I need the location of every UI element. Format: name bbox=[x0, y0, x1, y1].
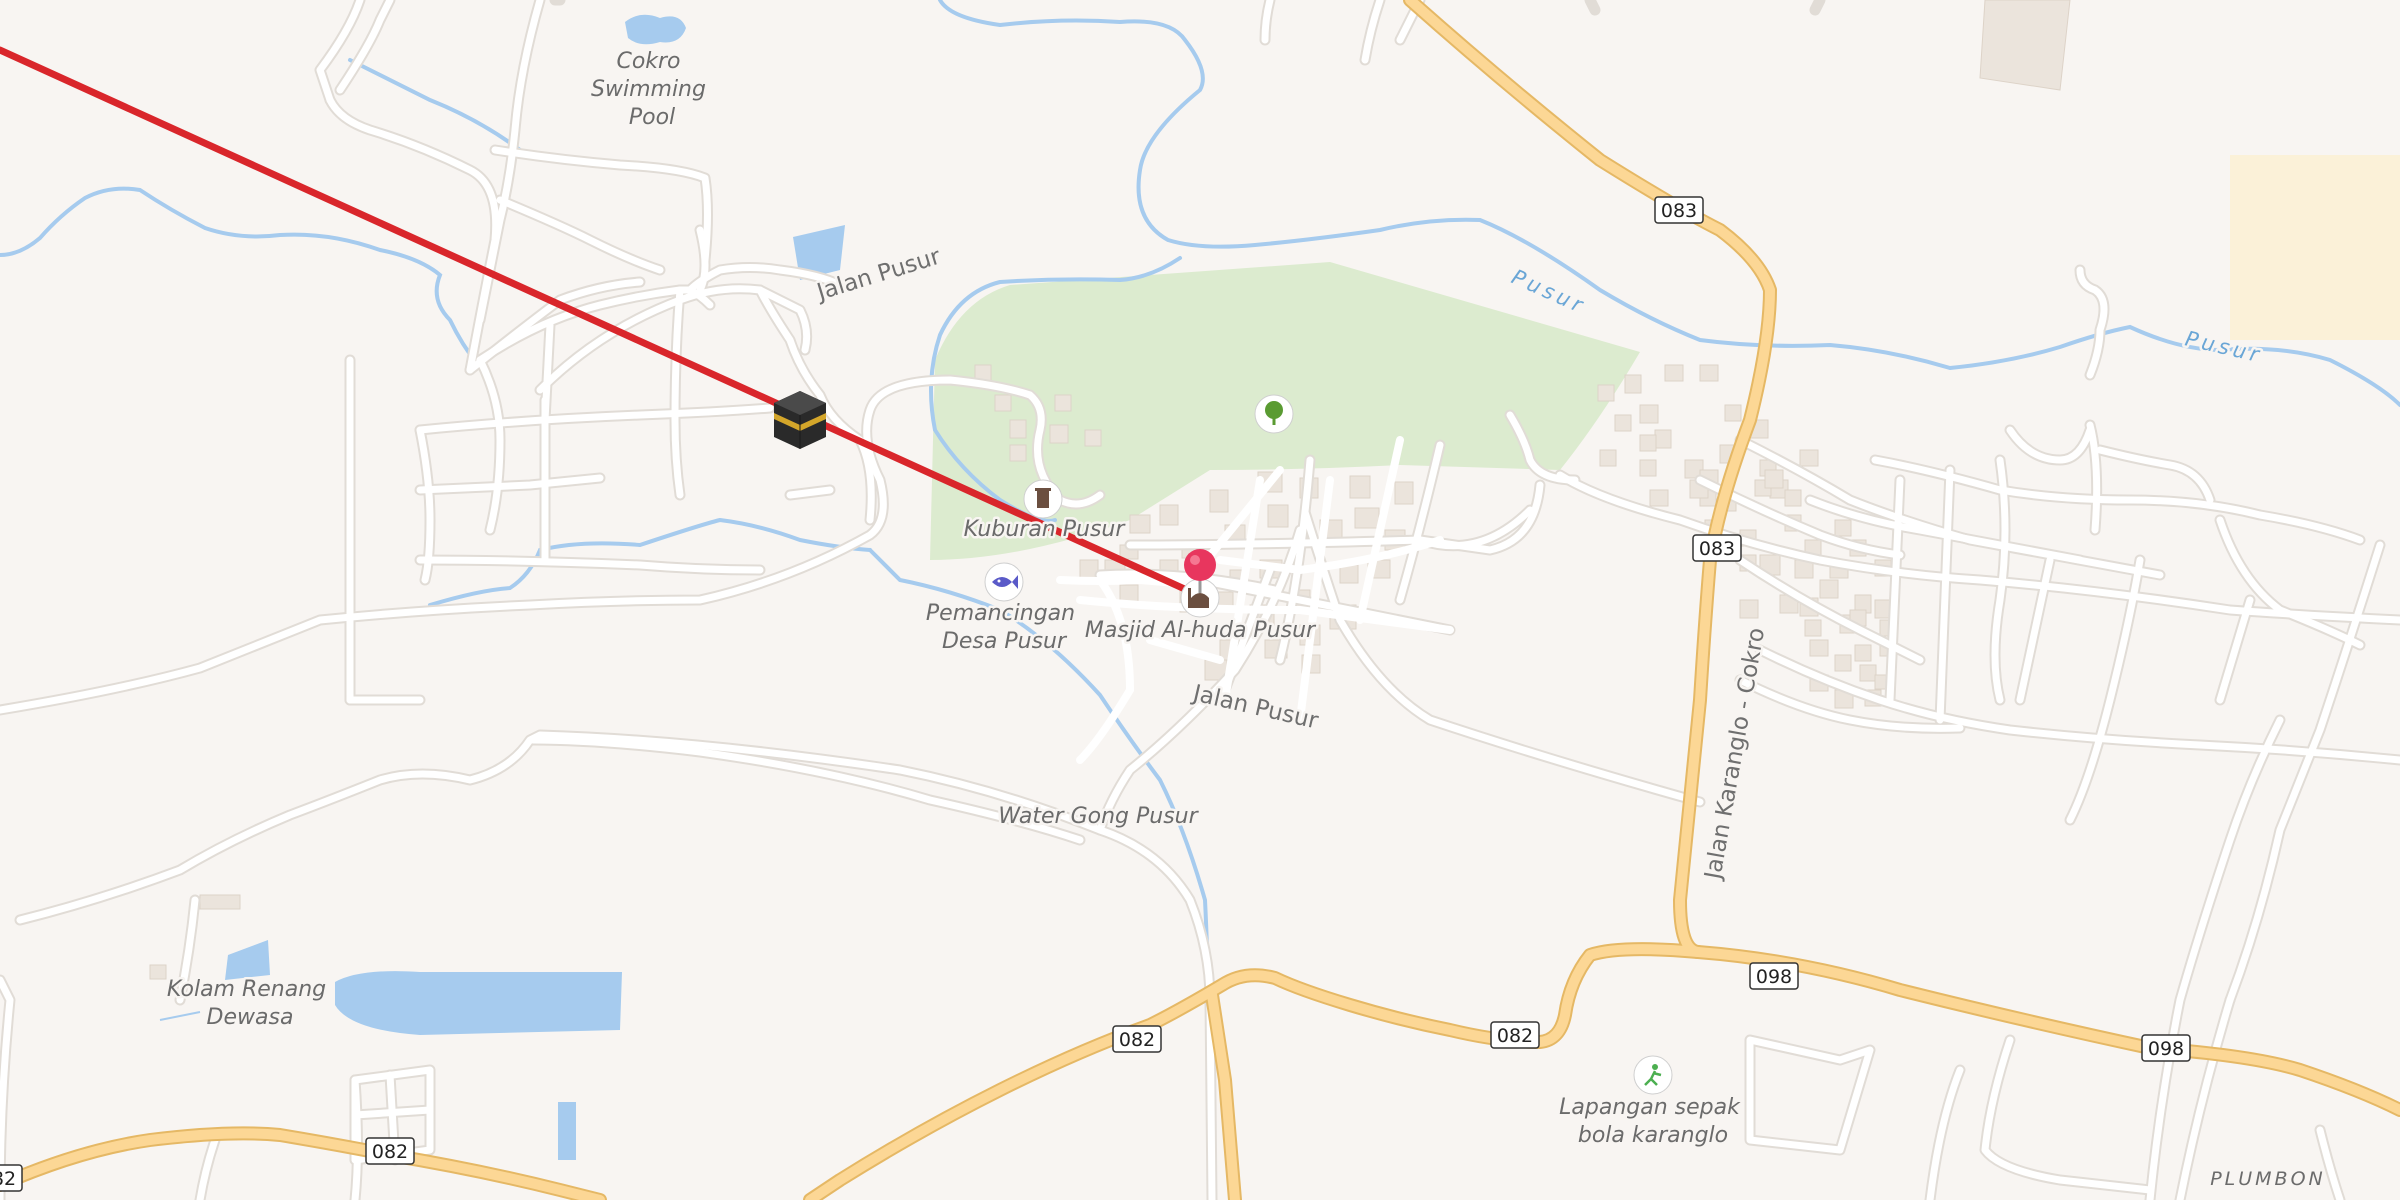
cemetery-icon[interactable] bbox=[1023, 479, 1063, 519]
poi-label-kuburan-pusur: Kuburan Pusur bbox=[964, 517, 1127, 542]
road-shield-083-north: 083 bbox=[1654, 196, 1704, 224]
map-canvas[interactable]: 083 083 098 098 082 082 082 82 Jalan Pus… bbox=[0, 0, 2400, 1200]
svg-text:083: 083 bbox=[1661, 200, 1697, 222]
road-shield-098-east: 098 bbox=[2141, 1034, 2191, 1062]
svg-text:82: 82 bbox=[0, 1168, 16, 1190]
sand-area bbox=[2230, 155, 2400, 340]
road-shield-098-west: 098 bbox=[1749, 962, 1799, 990]
road-shield-082-middle: 082 bbox=[1490, 1021, 1540, 1049]
road-shield-082-edge: 82 bbox=[0, 1164, 23, 1192]
poi-label-water-gong-pusur: Water Gong Pusur bbox=[998, 804, 1199, 829]
kaaba-icon[interactable] bbox=[774, 391, 826, 449]
water-small-lines bbox=[159, 1011, 201, 1021]
tree-icon[interactable] bbox=[1254, 394, 1294, 434]
place-label-plumbon: PLUMBON bbox=[2210, 1168, 2326, 1190]
poi-label-lapangan-sepak-bola: Lapangan sepak bola karanglo bbox=[1559, 1095, 1747, 1148]
svg-text:082: 082 bbox=[1497, 1025, 1533, 1047]
svg-text:082: 082 bbox=[372, 1141, 408, 1163]
football-icon[interactable] bbox=[1633, 1055, 1673, 1095]
road-label-jalan-karanglo-cokro: Jalan Karanglo - Cokro bbox=[1700, 626, 1770, 883]
poi-label-masjid-al-huda-pusur: Masjid Al-huda Pusur bbox=[1085, 618, 1317, 643]
road-shield-082-center: 082 bbox=[1112, 1025, 1162, 1053]
fish-icon[interactable] bbox=[984, 562, 1024, 602]
svg-text:098: 098 bbox=[2148, 1038, 2184, 1060]
svg-text:098: 098 bbox=[1756, 966, 1792, 988]
poi-label-pemancingan-desa-pusur: Pemancingan Desa Pusur bbox=[926, 601, 1082, 654]
map-view[interactable]: 083 083 098 098 082 082 082 82 Jalan Pus… bbox=[0, 0, 2400, 1200]
road-shield-082-west: 082 bbox=[365, 1137, 415, 1165]
poi-label-kolam-renang-dewasa: Kolam Renang Dewasa bbox=[167, 977, 333, 1030]
poi-label-cokro-swimming-pool: Cokro Swimming Pool bbox=[591, 49, 713, 130]
svg-text:082: 082 bbox=[1119, 1029, 1155, 1051]
road-shield-083-south: 083 bbox=[1692, 534, 1742, 562]
svg-text:083: 083 bbox=[1699, 538, 1735, 560]
